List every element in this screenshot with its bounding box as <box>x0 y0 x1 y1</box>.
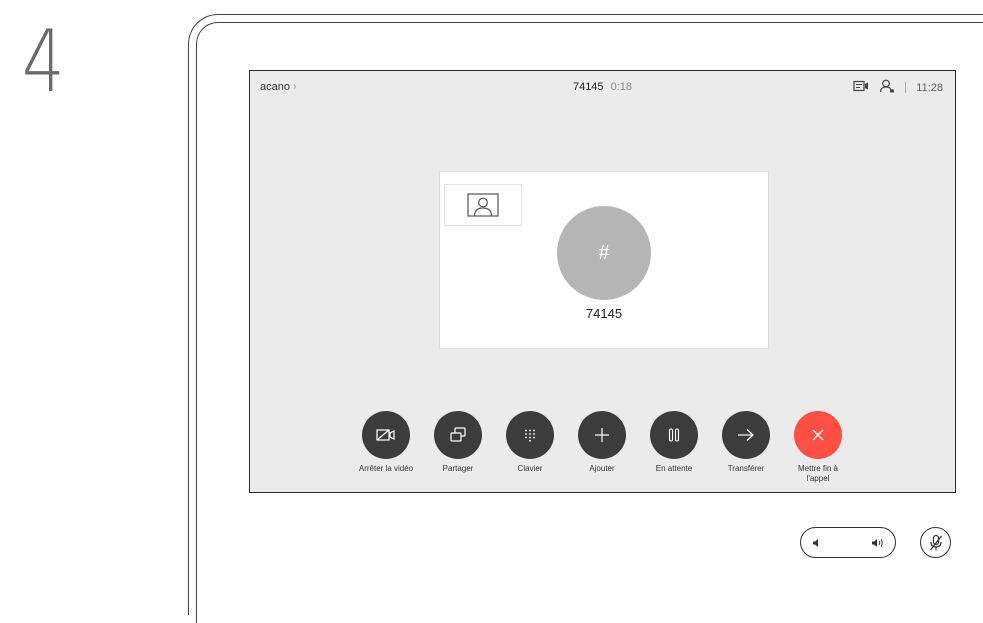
layout-icon[interactable] <box>853 80 869 95</box>
participants-icon[interactable] <box>879 79 895 96</box>
keypad-button[interactable] <box>506 411 554 459</box>
volume-up-icon[interactable] <box>871 536 887 554</box>
plus-icon <box>595 428 609 442</box>
mute-button[interactable] <box>920 527 951 558</box>
close-icon <box>812 429 824 441</box>
microphone-muted-icon <box>929 534 942 550</box>
status-right: 11:28 <box>853 79 943 96</box>
end-call-control: Mettre fin à l'appel <box>776 411 860 484</box>
hold-button[interactable] <box>650 411 698 459</box>
volume-control <box>800 527 896 558</box>
step-number: 4 <box>22 12 65 112</box>
status-bar: acano › 74145 0:18 11:28 <box>250 71 955 103</box>
add-label: Ajouter <box>589 464 615 473</box>
transfer-label: Transférer <box>727 464 765 473</box>
person-icon <box>467 193 499 217</box>
call-duration: 0:18 <box>610 81 633 93</box>
video-off-icon <box>376 429 395 441</box>
call-info: 74145 0:18 <box>250 81 955 93</box>
divider <box>905 82 907 93</box>
volume-down-icon[interactable] <box>811 536 823 554</box>
video-area: # 74145 <box>439 171 769 349</box>
self-view[interactable] <box>444 184 522 226</box>
stop-video-button[interactable] <box>362 411 410 459</box>
add-button[interactable] <box>578 411 626 459</box>
touch-screen: acano › 74145 0:18 11:28 # 74145 Arrêter… <box>249 70 956 493</box>
arrow-right-icon <box>738 429 754 441</box>
share-label: Partager <box>442 464 474 473</box>
hold-label: En attente <box>655 464 693 473</box>
share-icon <box>450 427 466 442</box>
keypad-label: Clavier <box>517 464 543 473</box>
end-call-button[interactable] <box>794 411 842 459</box>
remote-number: 74145 <box>585 306 623 321</box>
end-call-label: Mettre fin à l'appel <box>797 464 838 483</box>
call-number: 74145 <box>572 81 604 93</box>
pause-icon <box>668 428 680 442</box>
stop-video-label: Arrêter la vidéo <box>358 464 414 473</box>
clock: 11:28 <box>916 81 943 94</box>
keypad-icon <box>525 429 535 442</box>
avatar: # <box>557 206 651 300</box>
share-button[interactable] <box>434 411 482 459</box>
transfer-button[interactable] <box>722 411 770 459</box>
call-controls: Arrêter la vidéo Partager Clavier Ajoute… <box>250 411 955 491</box>
